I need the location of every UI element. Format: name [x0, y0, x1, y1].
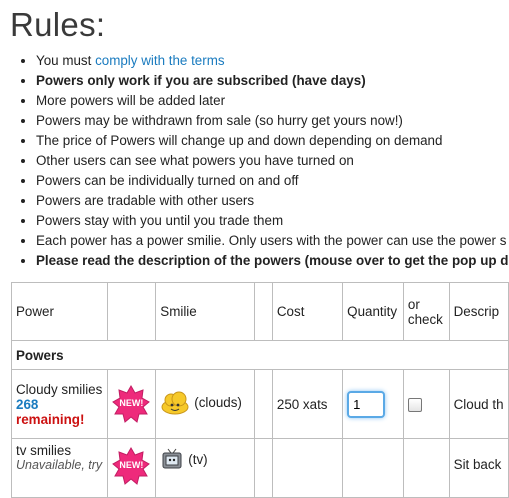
header-check-line2: check [407, 311, 443, 327]
page-title: Rules: [10, 6, 106, 43]
rule-item: Each power has a power smilie. Only user… [36, 231, 509, 251]
quantity-cell [342, 438, 404, 498]
table-header-row: Power Smilie Cost Quantity or check Descr… [10, 282, 509, 341]
remaining-count: 268 [16, 396, 39, 412]
new-badge-text: NEW! [119, 460, 144, 470]
power-name: tv smilies [16, 443, 72, 458]
smilie-code: (clouds) [194, 395, 242, 410]
quantity-input[interactable] [347, 390, 386, 418]
check-cell [402, 369, 450, 439]
remaining-label: remaining! [16, 411, 85, 427]
header-description: Descrip [448, 282, 509, 341]
header-cost: Cost [271, 282, 344, 341]
table-row: Cloudy smilies 268 remaining! NEW! (clou… [10, 369, 509, 439]
rule-item: The price of Powers will change up and d… [36, 131, 509, 151]
new-badge-cell: NEW! [107, 369, 157, 439]
power-name-cell: tv smilies Unavailable, try [10, 438, 109, 498]
rules-list: You must comply with the terms Powers on… [0, 51, 509, 271]
header-check-line1: or [407, 296, 420, 312]
header-spacer [254, 282, 273, 341]
description-cell: Cloud th [448, 369, 509, 439]
rule-item: More powers will be added later [36, 91, 509, 111]
header-quantity: Quantity [342, 282, 404, 341]
rule-item: Please read the description of the power… [36, 251, 509, 271]
new-badge-text: NEW! [119, 398, 144, 408]
header-power: Power [10, 282, 109, 341]
cost-cell: 250 xats [271, 369, 344, 439]
header-check: or check [402, 282, 450, 341]
new-badge-icon: NEW! [112, 447, 151, 485]
table-row: tv smilies Unavailable, try NEW! (tv) Si… [10, 438, 509, 498]
spacer-cell [254, 369, 273, 439]
smilie-cell: (tv) [155, 438, 256, 498]
description-cell: Sit back [448, 438, 509, 498]
power-name-cell: Cloudy smilies 268 remaining! [10, 369, 109, 439]
terms-link[interactable]: comply with the terms [95, 53, 224, 68]
power-remaining: 268 remaining! [16, 397, 103, 427]
tv-smilie-icon [162, 448, 182, 469]
section-row: Powers [11, 340, 509, 370]
check-cell [402, 438, 450, 498]
rule-item: Powers only work if you are subscribed (… [36, 71, 509, 91]
cost-cell [271, 438, 344, 498]
rule-item: Powers stay with you until you trade the… [36, 211, 509, 231]
power-status: Unavailable, try [16, 458, 103, 472]
header-badge [107, 282, 157, 341]
power-name: Cloudy smilies [16, 381, 103, 397]
spacer-cell [254, 438, 273, 498]
rule-item: Other users can see what powers you have… [36, 151, 509, 171]
cloud-smilie-icon [161, 391, 189, 414]
powers-table: Power Smilie Cost Quantity or check Descr… [10, 282, 509, 498]
new-badge-cell: NEW! [107, 438, 157, 498]
section-label: Powers [11, 340, 509, 370]
rule-item: You must comply with the terms [36, 51, 509, 71]
rule-item: Powers are tradable with other users [36, 191, 509, 211]
smilie-code: (tv) [188, 451, 208, 467]
new-badge-icon: NEW! [112, 385, 151, 423]
power-checkbox[interactable] [407, 397, 422, 412]
quantity-cell [342, 369, 404, 439]
header-smilie: Smilie [155, 282, 256, 341]
rule-text: You must [36, 53, 96, 68]
rule-item: Powers can be individually turned on and… [36, 171, 509, 191]
rule-item: Powers may be withdrawn from sale (so hu… [36, 111, 509, 131]
smilie-cell: (clouds) [155, 369, 256, 439]
